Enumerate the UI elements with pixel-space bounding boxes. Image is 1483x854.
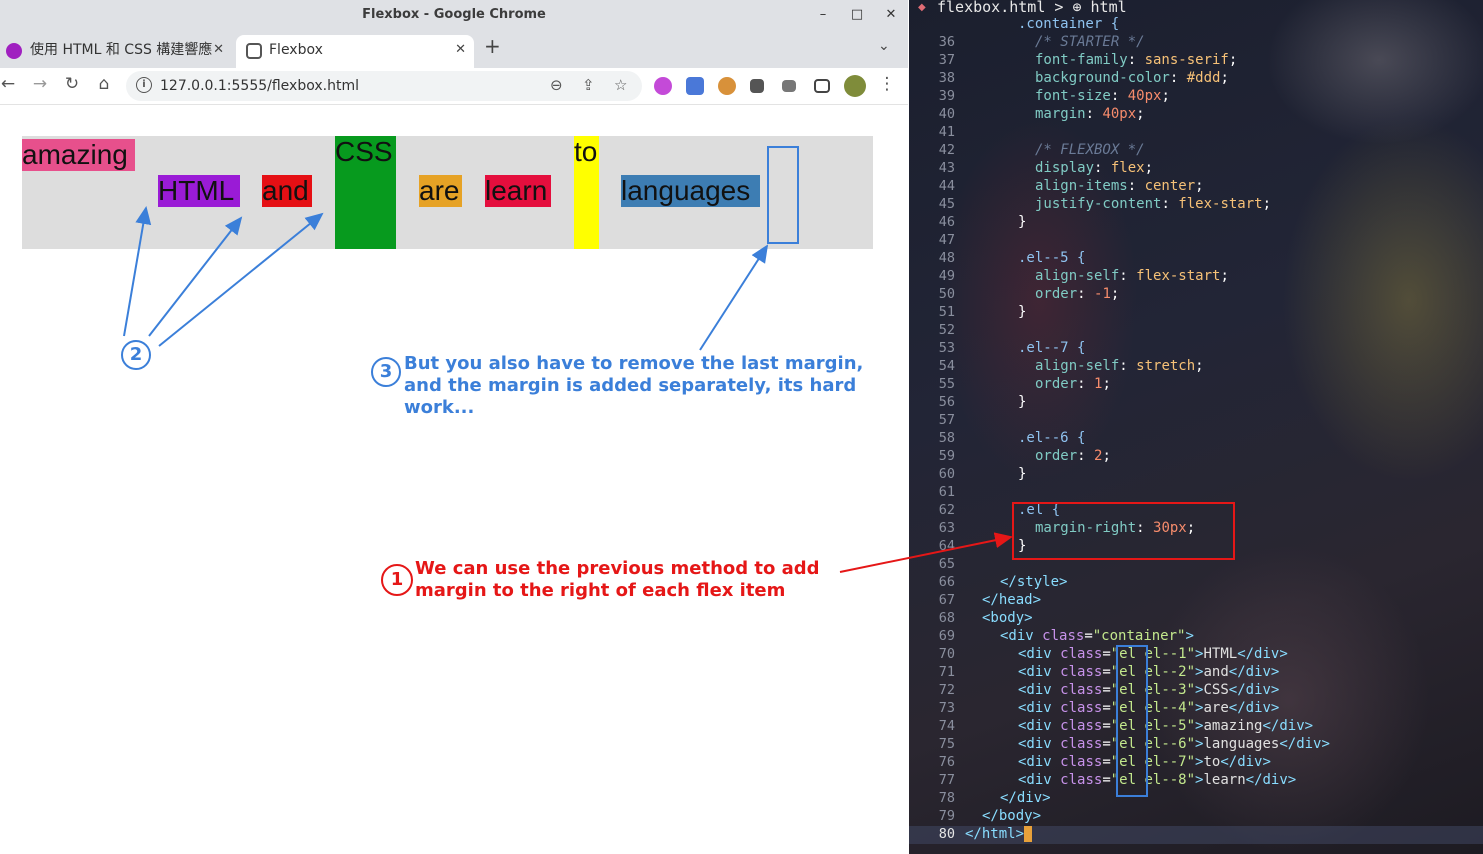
note-3-line: work... <box>404 397 475 418</box>
arrow-to-last-margin <box>699 244 769 351</box>
note-1-line: We can use the previous method to add <box>415 558 820 579</box>
note-1: We can use the previous method to add ma… <box>415 558 820 602</box>
arrow-to-margin-rule <box>839 532 1013 573</box>
note-3-line: and the margin is added separately, its … <box>404 375 857 396</box>
arrow-to-html <box>123 206 152 337</box>
step-2-badge: 2 <box>121 340 151 370</box>
arrow-to-css <box>158 212 324 347</box>
step-3-badge: 3 <box>371 357 401 387</box>
note-3-line: But you also have to remove the last mar… <box>404 353 864 374</box>
note-1-line: margin to the right of each flex item <box>415 580 786 601</box>
step-1-badge: 1 <box>381 564 413 596</box>
annotation-arrows <box>123 206 1013 573</box>
note-3: But you also have to remove the last mar… <box>404 353 863 419</box>
arrow-to-and <box>148 216 243 337</box>
